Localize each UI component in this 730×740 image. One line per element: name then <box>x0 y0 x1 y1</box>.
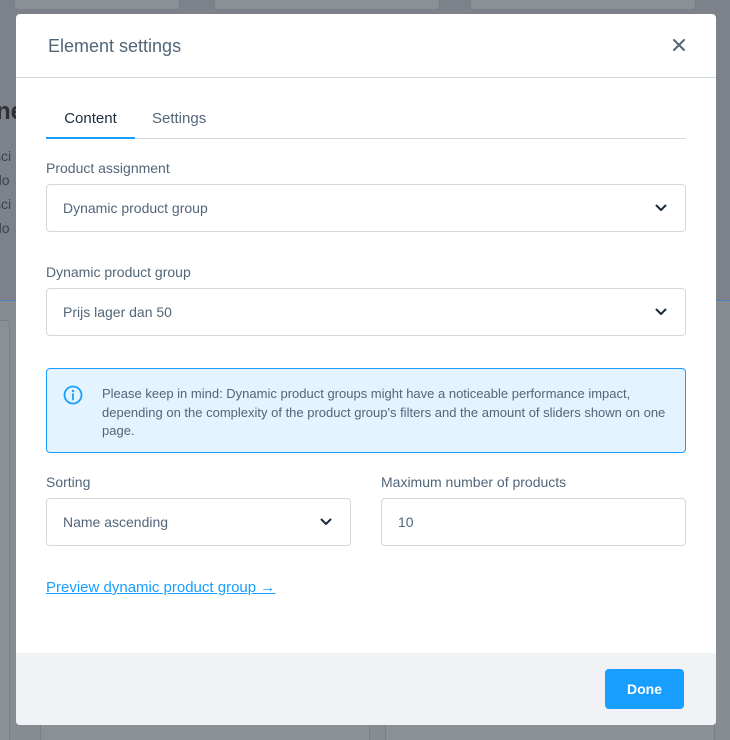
max-products-input[interactable]: 10 <box>381 498 686 546</box>
modal-header: Element settings <box>16 14 716 78</box>
dynamic-product-group-select[interactable]: Prijs lager dan 50 <box>46 288 686 336</box>
chevron-down-icon <box>655 204 667 211</box>
product-assignment-select[interactable]: Dynamic product group <box>46 184 686 232</box>
sorting-select[interactable]: Name ascending <box>46 498 351 546</box>
modal-title: Element settings <box>48 36 182 56</box>
element-settings-modal: Element settings Content Settings Produc… <box>16 14 716 725</box>
max-products-label: Maximum number of products <box>381 474 567 490</box>
background-line-2: do <box>0 172 10 188</box>
tab-settings[interactable]: Settings <box>152 102 206 139</box>
product-assignment-label: Product assignment <box>46 160 170 176</box>
close-icon[interactable] <box>670 36 688 54</box>
done-button[interactable]: Done <box>605 669 684 709</box>
modal-footer: Done <box>16 653 716 725</box>
dynamic-product-group-value: Prijs lager dan 50 <box>63 304 172 320</box>
dynamic-product-group-label: Dynamic product group <box>46 264 191 280</box>
background-card-2 <box>214 0 440 10</box>
info-icon <box>63 385 83 405</box>
preview-dynamic-product-group-link[interactable]: Preview dynamic product group → <box>46 579 275 596</box>
background-panel-inner-1 <box>0 320 10 740</box>
chevron-down-icon <box>655 308 667 315</box>
background-line-4: do <box>0 220 10 236</box>
max-products-value: 10 <box>398 514 414 530</box>
info-text: Please keep in mind: Dynamic product gro… <box>102 386 666 438</box>
background-card-1 <box>14 0 180 10</box>
background-line-1: sci <box>0 148 12 164</box>
sorting-value: Name ascending <box>63 514 169 530</box>
sorting-label: Sorting <box>46 474 91 490</box>
performance-info-alert: Please keep in mind: Dynamic product gro… <box>46 368 686 453</box>
product-assignment-value: Dynamic product group <box>63 200 208 216</box>
chevron-down-icon <box>320 518 332 525</box>
tab-content[interactable]: Content <box>46 102 135 139</box>
tab-bar: Content Settings <box>46 102 686 139</box>
background-card-3 <box>470 0 696 10</box>
background-line-3: sci <box>0 196 12 212</box>
